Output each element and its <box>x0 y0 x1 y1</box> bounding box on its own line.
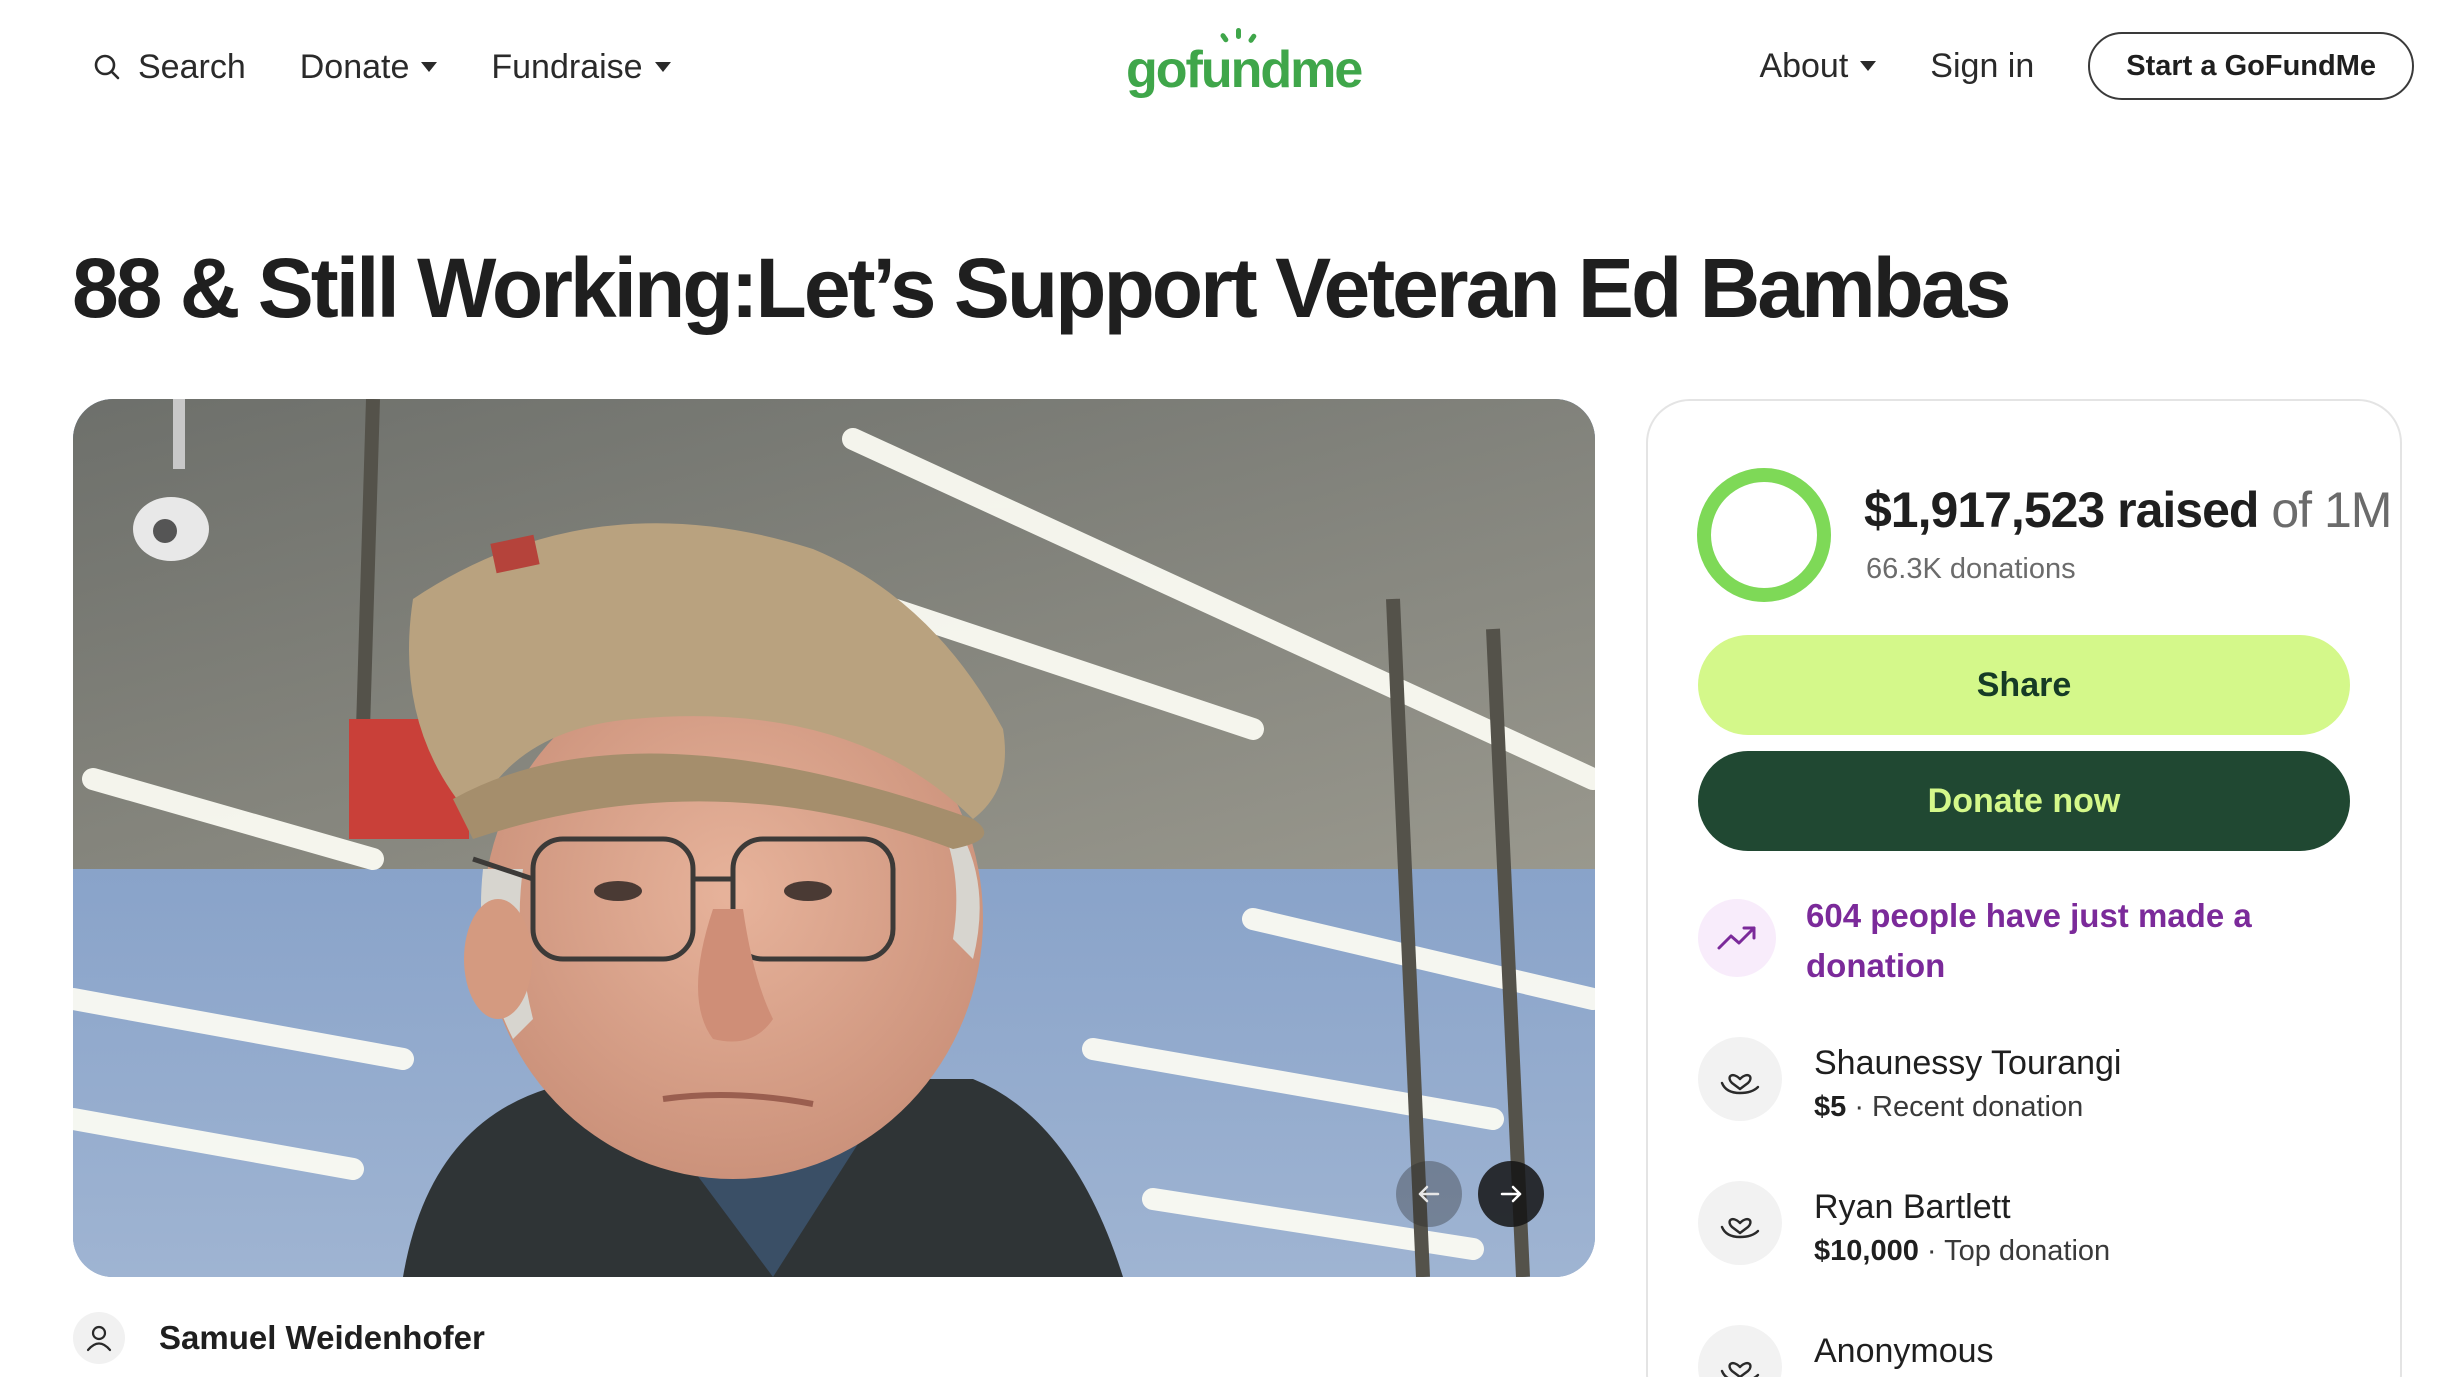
donor-meta: $10,000 · Top donation <box>1814 1235 2110 1268</box>
donor-amount: $5 <box>1814 1091 1847 1123</box>
trending-up-icon <box>1698 899 1776 977</box>
about-menu-label: About <box>1759 46 1849 85</box>
heart-hand-icon <box>1698 1181 1782 1265</box>
donor-note: · Top donation <box>1918 1235 2111 1267</box>
logo-wordmark: gofundme <box>1126 41 1363 99</box>
goal-text: of 1M <box>2271 482 2392 538</box>
trend-text: 604 people have just made a donation <box>1806 897 2252 984</box>
donor-item: Shaunessy Tourangi $5 · Recent donation <box>1698 1037 2121 1124</box>
photo-elderly-veteran-icon <box>73 399 1595 1277</box>
sign-in-link[interactable]: Sign in <box>1930 47 2034 86</box>
progress-ring <box>1697 468 1831 602</box>
search-icon <box>94 54 120 80</box>
share-button[interactable]: Share <box>1698 635 2350 735</box>
raised-summary: $1,917,523 raised of 1M <box>1864 481 2392 539</box>
carousel-next-button[interactable] <box>1478 1161 1544 1227</box>
donor-item: Ryan Bartlett $10,000 · Top donation <box>1698 1181 2110 1268</box>
fundraise-menu[interactable]: Fundraise <box>491 47 671 87</box>
arrow-left-icon <box>1418 1185 1440 1203</box>
donations-count: 66.3K donations <box>1866 553 2076 585</box>
about-menu[interactable]: About <box>1759 46 1877 86</box>
donor-name: Anonymous <box>1814 1332 1994 1370</box>
start-gofundme-button[interactable]: Start a GoFundMe <box>2088 32 2414 100</box>
nav-left: Search Donate Fundraise <box>92 40 725 94</box>
organizer-row: Samuel Weidenhofer <box>73 1310 485 1366</box>
raised-amount: $1,917,523 raised <box>1864 482 2259 538</box>
donate-menu[interactable]: Donate <box>300 48 438 87</box>
nav-right: About Sign in Start a GoFundMe <box>1759 32 2414 100</box>
donor-name: Ryan Bartlett <box>1814 1188 2011 1226</box>
donor-item: Anonymous <box>1698 1325 1994 1377</box>
arrow-right-icon <box>1500 1185 1522 1203</box>
caret-down-icon <box>654 62 671 72</box>
user-icon <box>86 1325 112 1352</box>
donor-name: Shaunessy Tourangi <box>1814 1044 2122 1082</box>
caret-down-icon <box>421 62 438 72</box>
heart-hand-icon <box>1698 1037 1782 1121</box>
donor-note: · Recent donation <box>1846 1091 2084 1123</box>
gofundme-logo[interactable]: gofundme <box>1126 24 1363 108</box>
donor-meta: $5 · Recent donation <box>1814 1091 2121 1124</box>
donate-now-button[interactable]: Donate now <box>1698 751 2350 851</box>
fundraise-menu-label: Fundraise <box>491 47 643 86</box>
organizer-name[interactable]: Samuel Weidenhofer <box>159 1319 485 1357</box>
donate-menu-label: Donate <box>299 47 410 86</box>
donation-trend: 604 people have just made a donation <box>1698 891 2306 991</box>
sign-in-label: Sign in <box>1930 46 2035 85</box>
page-title: 88 & Still Working:Let’s Support Veteran… <box>72 241 2011 335</box>
campaign-hero-image[interactable] <box>73 399 1595 1277</box>
carousel-prev-button[interactable] <box>1396 1161 1462 1227</box>
donation-card: $1,917,523 raised of 1M 66.3K donations … <box>1646 399 2402 1377</box>
site-header: Search Donate Fundraise gofundme About S… <box>0 0 2450 132</box>
search-label: Search <box>138 47 246 86</box>
search-button[interactable]: Search <box>92 48 246 87</box>
progress-ring-fill <box>1697 468 1831 602</box>
caret-down-icon <box>1860 61 1877 71</box>
donor-amount: $10,000 <box>1814 1235 1919 1267</box>
organizer-avatar <box>73 1312 125 1364</box>
heart-hand-icon <box>1698 1325 1782 1377</box>
